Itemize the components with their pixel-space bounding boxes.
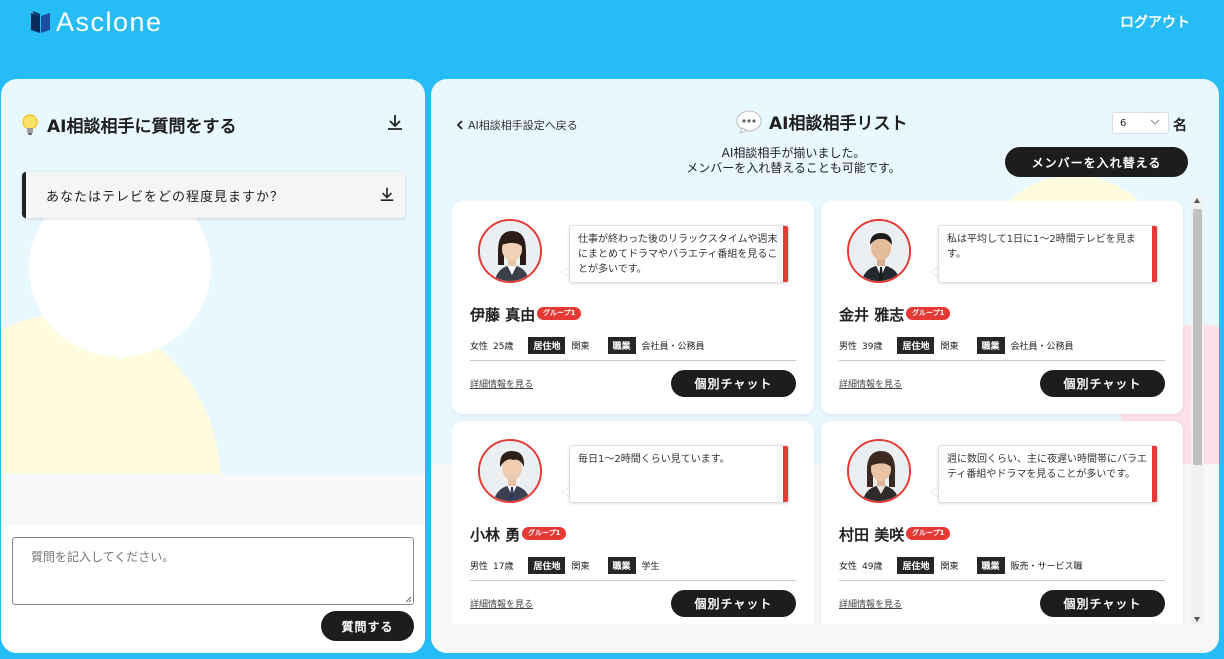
- person-name: 伊藤 真由: [470, 306, 536, 324]
- list-description-line: メンバーを入れ替えることも可能です。: [686, 161, 901, 175]
- current-question-text: あなたはテレビをどの程度見ますか？: [46, 189, 285, 205]
- answer-bubble: 週に数回くらい、主に夜遅い時間帯にバラエティ番組やドラマを見ることが多いです。: [938, 445, 1158, 503]
- occupation-tag: 職業: [976, 557, 1005, 574]
- divider: [470, 580, 796, 581]
- list-description-line: AI相談相手が揃いました。: [721, 146, 866, 160]
- download-icon[interactable]: [379, 186, 395, 202]
- age: 25歳: [493, 342, 514, 352]
- residence-tag: 居住地: [528, 557, 566, 574]
- detail-link[interactable]: 詳細情報を見る: [839, 377, 902, 390]
- person-name: 小林 勇: [470, 526, 521, 544]
- person-name: 金井 雅志: [839, 306, 905, 324]
- residence-tag: 居住地: [528, 337, 566, 354]
- resize-handle-icon[interactable]: [405, 596, 412, 603]
- consultant-list-panel: AI相談相手設定へ戻る AI相談相手リスト AI相談相手が揃いました。 メンバー…: [431, 79, 1219, 653]
- consultant-cards: 仕事が終わった後のリラックスタイムや週末にまとめてドラマやバラエティ番組を見るこ…: [452, 201, 1192, 624]
- back-link-label: AI相談相手設定へ戻る: [468, 119, 578, 132]
- chevron-down-icon: [1150, 119, 1160, 125]
- residence: 関東: [940, 562, 959, 572]
- consultant-card: 私は平均して1日に1〜2時間テレビを見ます。 金井 雅志 グループ1 男性 39…: [821, 201, 1183, 414]
- age: 17歳: [493, 562, 514, 572]
- scrollbar[interactable]: [1191, 197, 1204, 624]
- avatar: [478, 219, 542, 283]
- consultant-card: 仕事が終わった後のリラックスタイムや週末にまとめてドラマやバラエティ番組を見るこ…: [452, 201, 814, 414]
- avatar: [478, 439, 542, 503]
- divider: [470, 360, 796, 361]
- logo[interactable]: Asclone: [30, 8, 163, 36]
- individual-chat-button[interactable]: 個別チャット: [671, 370, 796, 397]
- avatar: [847, 439, 911, 503]
- header: Asclone ログアウト: [0, 0, 1224, 80]
- occupation-tag: 職業: [976, 337, 1005, 354]
- divider: [839, 360, 1165, 361]
- group-badge: グループ1: [537, 307, 582, 320]
- scroll-down-arrow-icon[interactable]: [1194, 617, 1200, 622]
- group-badge: グループ1: [906, 307, 951, 320]
- residence-tag: 居住地: [897, 337, 935, 354]
- gender: 女性: [470, 342, 489, 352]
- person-meta: 男性 39歳 居住地 関東 職業 会社員・公務員: [839, 337, 1074, 354]
- logout-button[interactable]: ログアウト: [1120, 12, 1190, 32]
- individual-chat-button[interactable]: 個別チャット: [1040, 590, 1165, 617]
- age: 49歳: [862, 562, 883, 572]
- current-question-card[interactable]: あなたはテレビをどの程度見ますか？: [22, 172, 405, 218]
- member-count-unit: 名: [1173, 118, 1187, 134]
- consultant-list-title-text: AI相談相手リスト: [769, 114, 908, 134]
- person-meta: 女性 49歳 居住地 関東 職業 販売・サービス職: [839, 557, 1083, 574]
- question-panel-title: AI相談相手に質問をする: [21, 112, 236, 137]
- group-badge: グループ1: [522, 527, 567, 540]
- occupation: 学生: [641, 562, 660, 572]
- age: 39歳: [862, 342, 883, 352]
- consultant-card: 毎日1〜2時間くらい見ています。 小林 勇 グループ1 男性 17歳 居住地 関…: [452, 421, 814, 624]
- download-icon[interactable]: [386, 113, 404, 131]
- answer-bubble: 仕事が終わった後のリラックスタイムや週末にまとめてドラマやバラエティ番組を見るこ…: [569, 225, 789, 283]
- member-count-value: 6: [1120, 117, 1127, 129]
- residence: 関東: [571, 342, 590, 352]
- occupation-tag: 職業: [607, 337, 636, 354]
- individual-chat-button[interactable]: 個別チャット: [671, 590, 796, 617]
- ask-button[interactable]: 質問する: [321, 611, 414, 641]
- occupation: 会社員・公務員: [1010, 342, 1074, 352]
- logo-text: Asclone: [56, 7, 163, 37]
- decor-speech-tail: [106, 341, 134, 361]
- swap-members-button[interactable]: メンバーを入れ替える: [1005, 147, 1188, 177]
- detail-link[interactable]: 詳細情報を見る: [839, 597, 902, 610]
- occupation-tag: 職業: [607, 557, 636, 574]
- consultant-card: 週に数回くらい、主に夜遅い時間帯にバラエティ番組やドラマを見ることが多いです。 …: [821, 421, 1183, 624]
- chat-bubble-icon: [736, 110, 762, 134]
- scroll-up-arrow-icon[interactable]: [1194, 198, 1200, 203]
- lightbulb-icon: [22, 114, 38, 135]
- chevron-left-icon: [456, 120, 463, 130]
- gender: 男性: [839, 342, 858, 352]
- group-badge: グループ1: [906, 527, 951, 540]
- person-meta: 女性 25歳 居住地 関東 職業 会社員・公務員: [470, 337, 705, 354]
- detail-link[interactable]: 詳細情報を見る: [470, 597, 533, 610]
- back-to-settings-link[interactable]: AI相談相手設定へ戻る: [456, 117, 578, 133]
- gender: 女性: [839, 562, 858, 572]
- individual-chat-button[interactable]: 個別チャット: [1040, 370, 1165, 397]
- residence-tag: 居住地: [897, 557, 935, 574]
- question-input[interactable]: [12, 537, 414, 605]
- answer-bubble: 私は平均して1日に1〜2時間テレビを見ます。: [938, 225, 1158, 283]
- question-panel-title-text: AI相談相手に質問をする: [47, 117, 237, 137]
- question-panel: AI相談相手に質問をする あなたはテレビをどの程度見ますか？ 質問する: [1, 79, 425, 653]
- occupation: 販売・サービス職: [1010, 562, 1083, 572]
- residence: 関東: [940, 342, 959, 352]
- person-meta: 男性 17歳 居住地 関東 職業 学生: [470, 557, 660, 574]
- avatar: [847, 219, 911, 283]
- residence: 関東: [571, 562, 590, 572]
- occupation: 会社員・公務員: [641, 342, 705, 352]
- answer-bubble: 毎日1〜2時間くらい見ています。: [569, 445, 789, 503]
- logo-book-icon: [31, 11, 50, 33]
- list-description: AI相談相手が揃いました。 メンバーを入れ替えることも可能です。: [661, 146, 926, 176]
- detail-link[interactable]: 詳細情報を見る: [470, 377, 533, 390]
- gender: 男性: [470, 562, 489, 572]
- member-count-select[interactable]: 6: [1112, 112, 1169, 134]
- question-input-area: 質問する: [1, 525, 425, 653]
- scrollbar-thumb[interactable]: [1193, 209, 1202, 465]
- divider: [839, 580, 1165, 581]
- person-name: 村田 美咲: [839, 526, 905, 544]
- consultant-list-title: AI相談相手リスト: [736, 109, 907, 134]
